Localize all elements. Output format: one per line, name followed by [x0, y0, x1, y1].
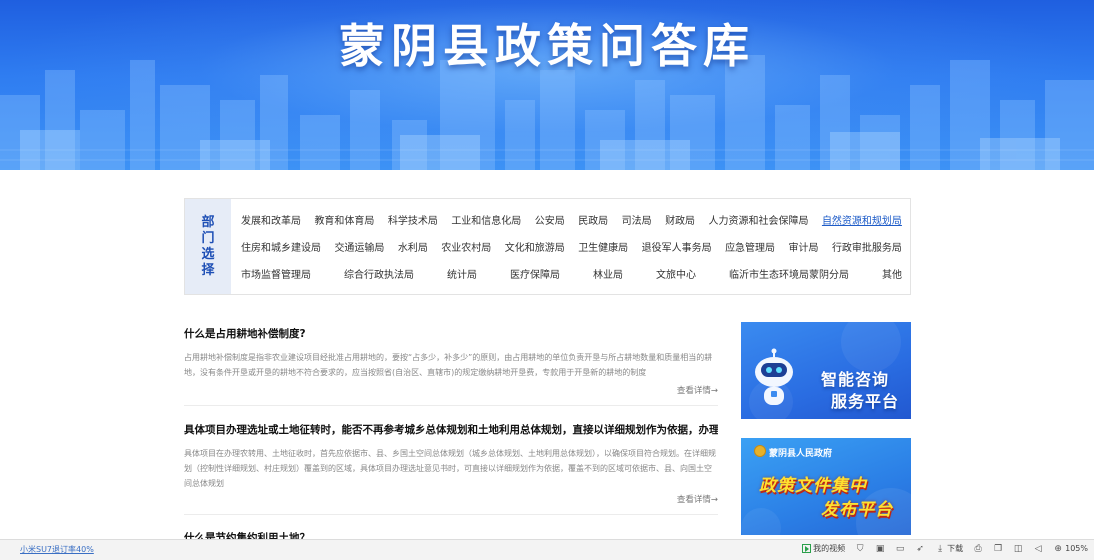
department-link[interactable]: 其他	[882, 266, 902, 281]
smart-consulting-card[interactable]: 智能咨询 服务平台	[741, 322, 911, 419]
my-videos-label: 我的视频	[813, 544, 846, 553]
department-link[interactable]: 综合行政执法局	[344, 266, 414, 281]
department-link[interactable]: 审计局	[789, 239, 819, 254]
window-icon[interactable]: ▭	[895, 544, 905, 554]
department-link[interactable]: 人力资源和社会保障局	[709, 212, 809, 227]
shield-icon[interactable]: ⛉	[855, 544, 865, 554]
department-link[interactable]: 农业农村局	[441, 239, 491, 254]
view-details-link[interactable]: 查看详情→	[677, 493, 718, 505]
article-item: 什么是节约集约利用土地？	[184, 530, 718, 539]
label-char: 选	[201, 246, 215, 262]
department-row: 住房和城乡建设局 交通运输局 水利局 农业农村局 文化和旅游局 卫生健康局 退役…	[241, 236, 902, 256]
label-char: 门	[201, 230, 215, 246]
article-summary: 具体项目在办理农转用、土地征收时，首先应依据市、县、乡国土空间总体规划（城乡总体…	[184, 449, 716, 488]
status-bar-tools: 我的视频 ⛉ ▣ ▭ ➶ ⤓ 下载 ⎙ ❐ ◫ ◁ ⊕ 105%	[802, 543, 1088, 554]
department-row: 市场监督管理局 综合行政执法局 统计局 医疗保障局 林业局 文旅中心 临沂市生态…	[241, 263, 902, 283]
card-title-line1: 智能咨询	[821, 370, 890, 389]
department-selector: 部 门 选 择 发展和改革局 教育和体育局 科学技术局 工业和信息化局 公安局 …	[184, 198, 911, 295]
department-link[interactable]: 发展和改革局	[241, 212, 301, 227]
article-item: 什么是占用耕地补偿制度? 占用耕地补偿制度是指非农业建设项目经批准占用耕地的，要…	[184, 326, 718, 398]
screenshot-icon[interactable]: ▣	[875, 544, 885, 554]
policy-documents-card[interactable]: 蒙阴县人民政府 政策文件集中 发布平台	[741, 438, 911, 535]
department-link[interactable]: 卫生健康局	[578, 239, 628, 254]
department-row: 发展和改革局 教育和体育局 科学技术局 工业和信息化局 公安局 民政局 司法局 …	[241, 209, 902, 229]
department-link[interactable]: 交通运输局	[334, 239, 384, 254]
department-selector-label: 部 门 选 择	[185, 199, 231, 294]
zoom-control[interactable]: ⊕ 105%	[1053, 544, 1088, 554]
download-label: 下载	[947, 544, 964, 553]
government-name: 蒙阴县人民政府	[769, 449, 833, 459]
download-icon: ⤓	[938, 543, 943, 554]
department-link[interactable]: 退役军人事务局	[642, 239, 712, 254]
department-link-active[interactable]: 自然资源和规划局	[822, 212, 902, 227]
article-title[interactable]: 具体项目办理选址或土地征转时，能否不再参考城乡总体规划和土地利用总体规划，直接以…	[184, 422, 718, 437]
department-link[interactable]: 财政局	[665, 212, 695, 227]
department-link[interactable]: 统计局	[447, 266, 477, 281]
volume-icon[interactable]: ◁	[1033, 544, 1043, 554]
download-button[interactable]: ⤓ 下载	[935, 543, 963, 554]
department-link[interactable]: 教育和体育局	[314, 212, 374, 227]
news-ticker-link[interactable]: 小米SU7退订率40%	[20, 544, 94, 555]
department-link[interactable]: 司法局	[622, 212, 652, 227]
my-videos-button[interactable]: 我的视频	[802, 543, 845, 554]
department-link[interactable]: 科学技术局	[388, 212, 438, 227]
department-link[interactable]: 文化和旅游局	[505, 239, 565, 254]
rocket-icon[interactable]: ➶	[915, 544, 925, 554]
department-link[interactable]: 行政审批服务局	[832, 239, 902, 254]
department-link[interactable]: 林业局	[593, 266, 623, 281]
department-link[interactable]: 民政局	[578, 212, 608, 227]
zoom-level: 105%	[1065, 544, 1088, 553]
department-link[interactable]: 住房和城乡建设局	[241, 239, 321, 254]
header-banner: 蒙阴县政策问答库	[0, 0, 1094, 170]
government-emblem-icon	[754, 445, 766, 457]
department-link[interactable]: 公安局	[535, 212, 565, 227]
department-link[interactable]: 医疗保障局	[510, 266, 560, 281]
article-summary: 占用耕地补偿制度是指非农业建设项目经批准占用耕地的，要按“占多少，补多少”的原则…	[184, 353, 713, 377]
article-title[interactable]: 什么是节约集约利用土地？	[184, 530, 718, 539]
card-slogan-line1: 政策文件集中	[759, 476, 867, 496]
zoom-icon: ⊕	[1054, 543, 1062, 554]
department-link[interactable]: 临沂市生态环境局蒙阴分局	[729, 266, 849, 281]
article-divider	[184, 405, 718, 406]
card-title-line2: 服务平台	[831, 392, 900, 411]
article-item: 具体项目办理选址或土地征转时，能否不再参考城乡总体规划和土地利用总体规划，直接以…	[184, 422, 718, 510]
view-details-link[interactable]: 查看详情→	[677, 384, 718, 396]
card-slogan-line2: 发布平台	[821, 500, 893, 520]
print-icon[interactable]: ⎙	[973, 544, 983, 554]
label-char: 择	[201, 262, 215, 278]
department-link[interactable]: 文旅中心	[656, 266, 696, 281]
page-title: 蒙阴县政策问答库	[339, 19, 755, 73]
browser-status-bar: 小米SU7退订率40% 我的视频 ⛉ ▣ ▭ ➶ ⤓ 下载 ⎙ ❐ ◫ ◁ ⊕ …	[0, 539, 1094, 560]
copy-icon[interactable]: ❐	[993, 544, 1003, 554]
article-title[interactable]: 什么是占用耕地补偿制度?	[184, 326, 718, 341]
article-divider	[184, 514, 718, 515]
video-play-icon	[802, 544, 812, 553]
department-link[interactable]: 工业和信息化局	[451, 212, 521, 227]
department-link[interactable]: 市场监督管理局	[241, 266, 311, 281]
department-link[interactable]: 应急管理局	[725, 239, 775, 254]
tile-icon[interactable]: ◫	[1013, 544, 1023, 554]
department-link[interactable]: 水利局	[398, 239, 428, 254]
label-char: 部	[201, 214, 215, 230]
